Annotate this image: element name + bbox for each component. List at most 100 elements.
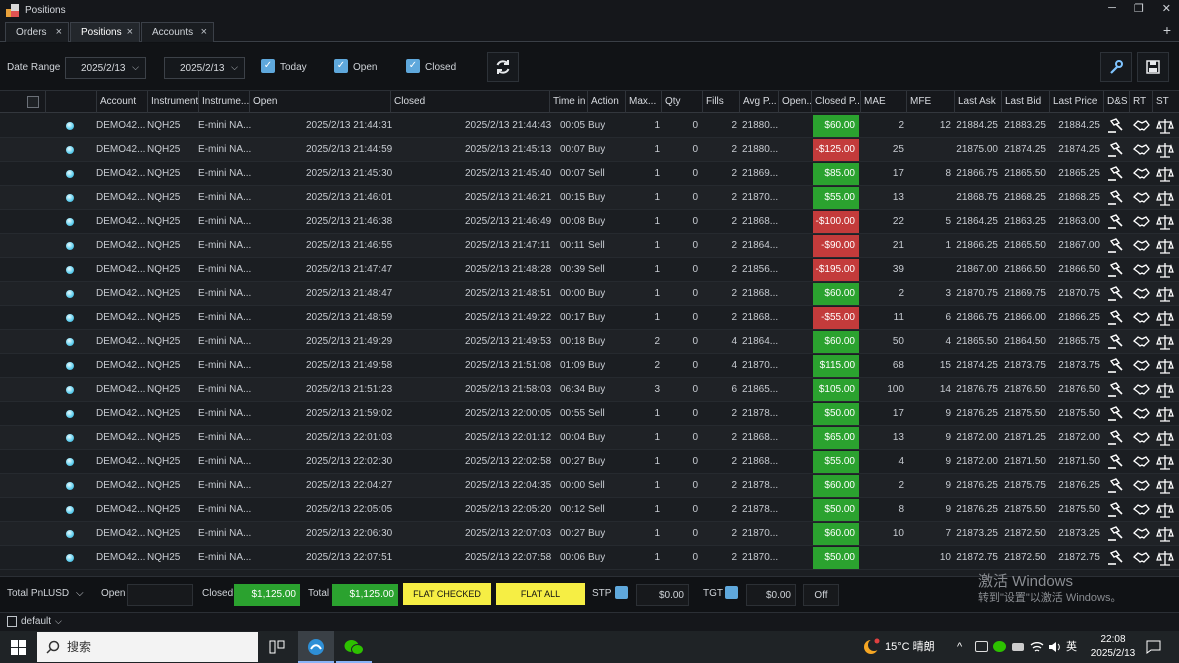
notification-icon[interactable] <box>1146 640 1161 654</box>
table-row[interactable]: DEMO42... NQH25 E-mini NA... 2025/2/13 21:4… <box>0 234 1179 258</box>
handshake-icon[interactable] <box>1132 333 1150 351</box>
tab-orders[interactable]: Orders × <box>5 22 69 42</box>
open-checkbox[interactable]: ✓ <box>334 59 348 73</box>
handshake-icon[interactable] <box>1132 309 1150 327</box>
tgt-checkbox[interactable] <box>725 586 738 599</box>
scale-balance-icon[interactable] <box>1156 429 1174 447</box>
currency-select[interactable]: USD <box>48 588 69 599</box>
handshake-icon[interactable] <box>1132 357 1150 375</box>
table-row[interactable]: DEMO42... NQH25 E-mini NA... 2025/2/13 21:4… <box>0 354 1179 378</box>
auction-gavel-icon[interactable] <box>1107 525 1125 543</box>
scale-balance-icon[interactable] <box>1156 117 1174 135</box>
scale-balance-icon[interactable] <box>1156 213 1174 231</box>
select-all-checkbox[interactable] <box>27 96 39 108</box>
handshake-icon[interactable] <box>1132 501 1150 519</box>
clock-time[interactable]: 22:08 <box>1093 634 1133 645</box>
column-header[interactable]: Last Bid <box>1001 91 1049 113</box>
table-row[interactable]: DEMO42... NQH25 E-mini NA... 2025/2/13 21:4… <box>0 138 1179 162</box>
tray-wechat-icon[interactable] <box>993 641 1006 652</box>
column-header[interactable]: Time in <box>549 91 587 113</box>
auction-gavel-icon[interactable] <box>1107 453 1125 471</box>
save-button[interactable] <box>1137 52 1169 82</box>
wifi-icon[interactable] <box>1030 640 1044 654</box>
tray-chevron-icon[interactable]: ^ <box>957 631 962 663</box>
off-button[interactable]: Off <box>803 584 839 606</box>
tgt-value[interactable]: $0.00 <box>746 584 796 606</box>
close-tab-icon[interactable]: × <box>127 26 133 38</box>
scale-balance-icon[interactable] <box>1156 141 1174 159</box>
table-row[interactable]: DEMO42... NQH25 E-mini NA... 2025/2/13 22:0… <box>0 450 1179 474</box>
auction-gavel-icon[interactable] <box>1107 117 1125 135</box>
column-header[interactable]: RT <box>1129 91 1152 113</box>
auction-gavel-icon[interactable] <box>1107 549 1125 567</box>
column-header[interactable]: D&S <box>1103 91 1129 113</box>
battery-icon[interactable] <box>1012 643 1024 651</box>
auction-gavel-icon[interactable] <box>1107 381 1125 399</box>
handshake-icon[interactable] <box>1132 237 1150 255</box>
table-row[interactable]: DEMO42... NQH25 E-mini NA... 2025/2/13 22:0… <box>0 522 1179 546</box>
today-checkbox[interactable]: ✓ <box>261 59 275 73</box>
table-row[interactable]: DEMO42... NQH25 E-mini NA... 2025/2/13 22:0… <box>0 546 1179 570</box>
flat-all-button[interactable]: FLAT ALL <box>496 583 585 605</box>
handshake-icon[interactable] <box>1132 165 1150 183</box>
table-row[interactable]: DEMO42... NQH25 E-mini NA... 2025/2/13 21:4… <box>0 186 1179 210</box>
auction-gavel-icon[interactable] <box>1107 309 1125 327</box>
scale-balance-icon[interactable] <box>1156 381 1174 399</box>
refresh-button[interactable] <box>487 52 519 82</box>
table-row[interactable]: DEMO42... NQH25 E-mini NA... 2025/2/13 21:4… <box>0 330 1179 354</box>
auction-gavel-icon[interactable] <box>1107 405 1125 423</box>
flat-checked-button[interactable]: FLAT CHECKED <box>403 583 491 605</box>
handshake-icon[interactable] <box>1132 213 1150 231</box>
handshake-icon[interactable] <box>1132 453 1150 471</box>
table-row[interactable]: DEMO42... NQH25 E-mini NA... 2025/2/13 21:4… <box>0 282 1179 306</box>
table-row[interactable]: DEMO42... NQH25 E-mini NA... 2025/2/13 22:0… <box>0 498 1179 522</box>
date-to-picker[interactable]: 2025/2/13 ⌵ <box>164 57 245 79</box>
handshake-icon[interactable] <box>1132 261 1150 279</box>
handshake-icon[interactable] <box>1132 429 1150 447</box>
handshake-icon[interactable] <box>1132 405 1150 423</box>
handshake-icon[interactable] <box>1132 117 1150 135</box>
column-header[interactable]: Instrume... <box>198 91 249 113</box>
column-header[interactable]: Closed P... <box>811 91 860 113</box>
clock-date[interactable]: 2025/2/13 <box>1085 648 1141 659</box>
handshake-icon[interactable] <box>1132 477 1150 495</box>
auction-gavel-icon[interactable] <box>1107 213 1125 231</box>
scale-balance-icon[interactable] <box>1156 261 1174 279</box>
column-header[interactable]: Closed <box>390 91 549 113</box>
table-row[interactable]: DEMO42... NQH25 E-mini NA... 2025/2/13 21:4… <box>0 258 1179 282</box>
handshake-icon[interactable] <box>1132 189 1150 207</box>
column-header[interactable]: Qty <box>661 91 702 113</box>
column-header[interactable]: Last Ask <box>954 91 1001 113</box>
scale-balance-icon[interactable] <box>1156 357 1174 375</box>
restore-button[interactable]: ❐ <box>1134 2 1144 15</box>
handshake-icon[interactable] <box>1132 381 1150 399</box>
scale-balance-icon[interactable] <box>1156 405 1174 423</box>
taskbar-app-ninja[interactable] <box>298 631 334 663</box>
handshake-icon[interactable] <box>1132 141 1150 159</box>
scale-balance-icon[interactable] <box>1156 309 1174 327</box>
ime-indicator[interactable]: 英 <box>1066 631 1077 663</box>
windows-start-icon[interactable] <box>11 640 26 655</box>
weather-text[interactable]: 15°C 晴朗 <box>885 631 935 663</box>
closed-checkbox[interactable]: ✓ <box>406 59 420 73</box>
scale-balance-icon[interactable] <box>1156 189 1174 207</box>
date-from-picker[interactable]: 2025/2/13 ⌵ <box>65 57 146 79</box>
add-tab-button[interactable]: + <box>1163 22 1171 38</box>
tray-app-icon[interactable] <box>975 641 988 652</box>
auction-gavel-icon[interactable] <box>1107 477 1125 495</box>
scale-balance-icon[interactable] <box>1156 285 1174 303</box>
settings-button[interactable] <box>1100 52 1132 82</box>
table-row[interactable]: DEMO42... NQH25 E-mini NA... 2025/2/13 22:0… <box>0 474 1179 498</box>
tab-positions[interactable]: Positions × <box>70 22 140 42</box>
scale-balance-icon[interactable] <box>1156 477 1174 495</box>
stp-checkbox[interactable] <box>615 586 628 599</box>
taskbar-app-wechat[interactable] <box>336 631 372 663</box>
task-view-icon[interactable] <box>269 640 285 654</box>
close-tab-icon[interactable]: × <box>201 26 207 38</box>
handshake-icon[interactable] <box>1132 285 1150 303</box>
column-header[interactable]: MAE <box>860 91 906 113</box>
column-header[interactable]: Open... <box>778 91 811 113</box>
table-row[interactable]: DEMO42... NQH25 E-mini NA... 2025/2/13 21:4… <box>0 210 1179 234</box>
auction-gavel-icon[interactable] <box>1107 165 1125 183</box>
column-header[interactable]: Instrument <box>147 91 198 113</box>
